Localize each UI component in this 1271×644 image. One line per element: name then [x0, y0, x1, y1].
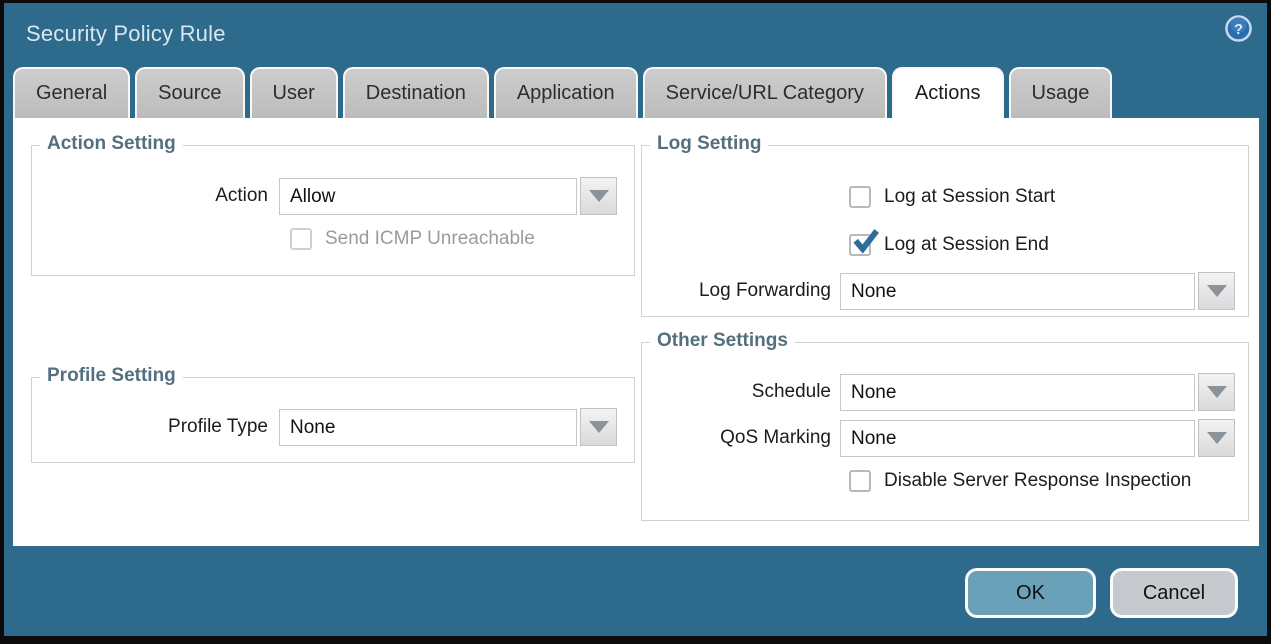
log-forwarding-dropdown: None: [840, 272, 1235, 310]
action-setting-legend: Action Setting: [40, 133, 183, 155]
tab-bar: General Source User Destination Applicat…: [13, 67, 1112, 118]
tab-service-url-category[interactable]: Service/URL Category: [643, 67, 887, 118]
action-setting-group: Action Setting Action Allow Send ICMP Un…: [31, 145, 635, 276]
action-dropdown-button[interactable]: [580, 177, 617, 215]
log-at-session-start-checkbox[interactable]: [849, 186, 871, 208]
profile-setting-group: Profile Setting Profile Type None: [31, 377, 635, 463]
send-icmp-unreachable-label: Send ICMP Unreachable: [325, 228, 535, 250]
chevron-down-icon: [1207, 285, 1227, 297]
send-icmp-unreachable-checkbox[interactable]: [290, 228, 312, 250]
profile-type-dropdown-button[interactable]: [580, 408, 617, 446]
log-forwarding-dropdown-button[interactable]: [1198, 272, 1235, 310]
log-at-session-end-label: Log at Session End: [884, 234, 1049, 256]
svg-text:?: ?: [1234, 22, 1243, 38]
log-at-session-end-checkbox[interactable]: [849, 234, 871, 256]
other-settings-group: Other Settings Schedule None QoS Marking…: [641, 342, 1249, 521]
schedule-dropdown-button[interactable]: [1198, 373, 1235, 411]
tab-source[interactable]: Source: [135, 67, 244, 118]
disable-server-response-inspection-checkbox[interactable]: [849, 470, 871, 492]
tab-application[interactable]: Application: [494, 67, 638, 118]
profile-type-label: Profile Type: [32, 416, 279, 438]
chevron-down-icon: [1207, 432, 1227, 444]
checkmark-icon: [851, 228, 879, 256]
actions-tab-panel: Action Setting Action Allow Send ICMP Un…: [13, 118, 1259, 546]
log-setting-legend: Log Setting: [650, 133, 768, 155]
other-settings-legend: Other Settings: [650, 330, 795, 352]
help-icon[interactable]: ?: [1225, 15, 1252, 42]
tab-destination[interactable]: Destination: [343, 67, 489, 118]
profile-type-dropdown: None: [279, 408, 617, 446]
schedule-label: Schedule: [642, 381, 840, 403]
log-at-session-start-label: Log at Session Start: [884, 186, 1055, 208]
tab-general[interactable]: General: [13, 67, 130, 118]
chevron-down-icon: [589, 421, 609, 433]
schedule-dropdown: None: [840, 373, 1235, 411]
qos-marking-dropdown-button[interactable]: [1198, 419, 1235, 457]
log-forwarding-label: Log Forwarding: [642, 280, 840, 302]
qos-marking-dropdown: None: [840, 419, 1235, 457]
action-dropdown: Allow: [279, 177, 617, 215]
log-setting-group: Log Setting Log at Session Start Log at …: [641, 145, 1249, 317]
dialog-frame: Security Policy Rule ? General Source Us…: [0, 0, 1271, 644]
qos-marking-label: QoS Marking: [642, 427, 840, 449]
action-label: Action: [32, 185, 279, 207]
dialog-title: Security Policy Rule: [26, 21, 226, 47]
schedule-dropdown-value[interactable]: None: [840, 374, 1195, 411]
chevron-down-icon: [589, 190, 609, 202]
profile-setting-legend: Profile Setting: [40, 365, 183, 387]
tab-user[interactable]: User: [250, 67, 338, 118]
tab-actions[interactable]: Actions: [892, 67, 1004, 118]
action-dropdown-value[interactable]: Allow: [279, 178, 577, 215]
security-policy-rule-dialog: Security Policy Rule ? General Source Us…: [4, 3, 1267, 636]
log-forwarding-dropdown-value[interactable]: None: [840, 273, 1195, 310]
qos-marking-dropdown-value[interactable]: None: [840, 420, 1195, 457]
disable-server-response-inspection-label: Disable Server Response Inspection: [884, 470, 1191, 492]
profile-type-dropdown-value[interactable]: None: [279, 409, 577, 446]
cancel-button[interactable]: Cancel: [1110, 568, 1238, 618]
ok-button[interactable]: OK: [965, 568, 1096, 618]
chevron-down-icon: [1207, 386, 1227, 398]
tab-usage[interactable]: Usage: [1009, 67, 1113, 118]
